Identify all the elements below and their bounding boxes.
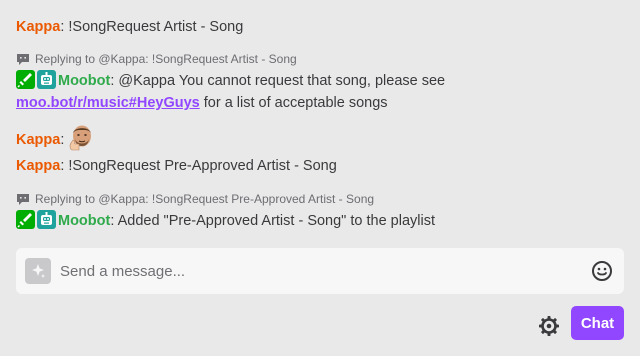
gear-icon[interactable] <box>537 314 561 338</box>
bot-icon[interactable] <box>37 70 56 89</box>
moderator-sword-icon[interactable] <box>16 210 35 229</box>
reply-context[interactable]: Replying to @Kappa: !SongRequest Artist … <box>16 51 624 67</box>
reply-bubble-icon <box>16 53 30 65</box>
chat-message: Moobot: Added "Pre-Approved Artist - Son… <box>16 210 624 232</box>
message-link[interactable]: moo.bot/r/music#HeyGuys <box>16 95 200 111</box>
username-kappa[interactable]: Kappa <box>16 132 60 148</box>
chat-message-list: Kappa: !SongRequest Artist - Song Replyi… <box>0 0 640 240</box>
sparkle-icon[interactable] <box>25 258 51 284</box>
username-moobot[interactable]: Moobot <box>58 73 110 89</box>
chat-message: Kappa: <box>16 124 624 152</box>
moderator-sword-icon[interactable] <box>16 70 35 89</box>
username-kappa[interactable]: Kappa <box>16 158 60 174</box>
message-text: !SongRequest Pre-Approved Artist - Song <box>64 158 337 174</box>
chat-message: Kappa: !SongRequest Artist - Song <box>16 16 624 38</box>
chat-composer <box>16 248 624 294</box>
reply-context[interactable]: Replying to @Kappa: !SongRequest Pre-App… <box>16 191 624 207</box>
reply-bubble-icon <box>16 193 30 205</box>
message-text: @Kappa You cannot request that song, ple… <box>114 73 446 89</box>
chat-message-input[interactable] <box>60 256 589 286</box>
message-text-after-link: for a list of acceptable songs <box>199 95 388 111</box>
chat-send-button[interactable]: Chat <box>571 306 624 340</box>
message-text: Added "Pre-Approved Artist - Song" to th… <box>114 213 435 229</box>
message-separator: : <box>60 132 65 148</box>
reply-context-text: Replying to @Kappa: !SongRequest Pre-App… <box>35 192 375 206</box>
thumbs-up-face-emote[interactable] <box>68 124 96 152</box>
bot-icon[interactable] <box>37 210 56 229</box>
emoji-smile-icon[interactable] <box>589 258 615 284</box>
message-text: !SongRequest Artist - Song <box>64 19 244 35</box>
reply-context-text: Replying to @Kappa: !SongRequest Artist … <box>35 52 297 66</box>
chat-message: Moobot: @Kappa You cannot request that s… <box>16 70 624 114</box>
username-kappa[interactable]: Kappa <box>16 19 60 35</box>
chat-message: Kappa: !SongRequest Pre-Approved Artist … <box>16 155 624 177</box>
username-moobot[interactable]: Moobot <box>58 213 110 229</box>
